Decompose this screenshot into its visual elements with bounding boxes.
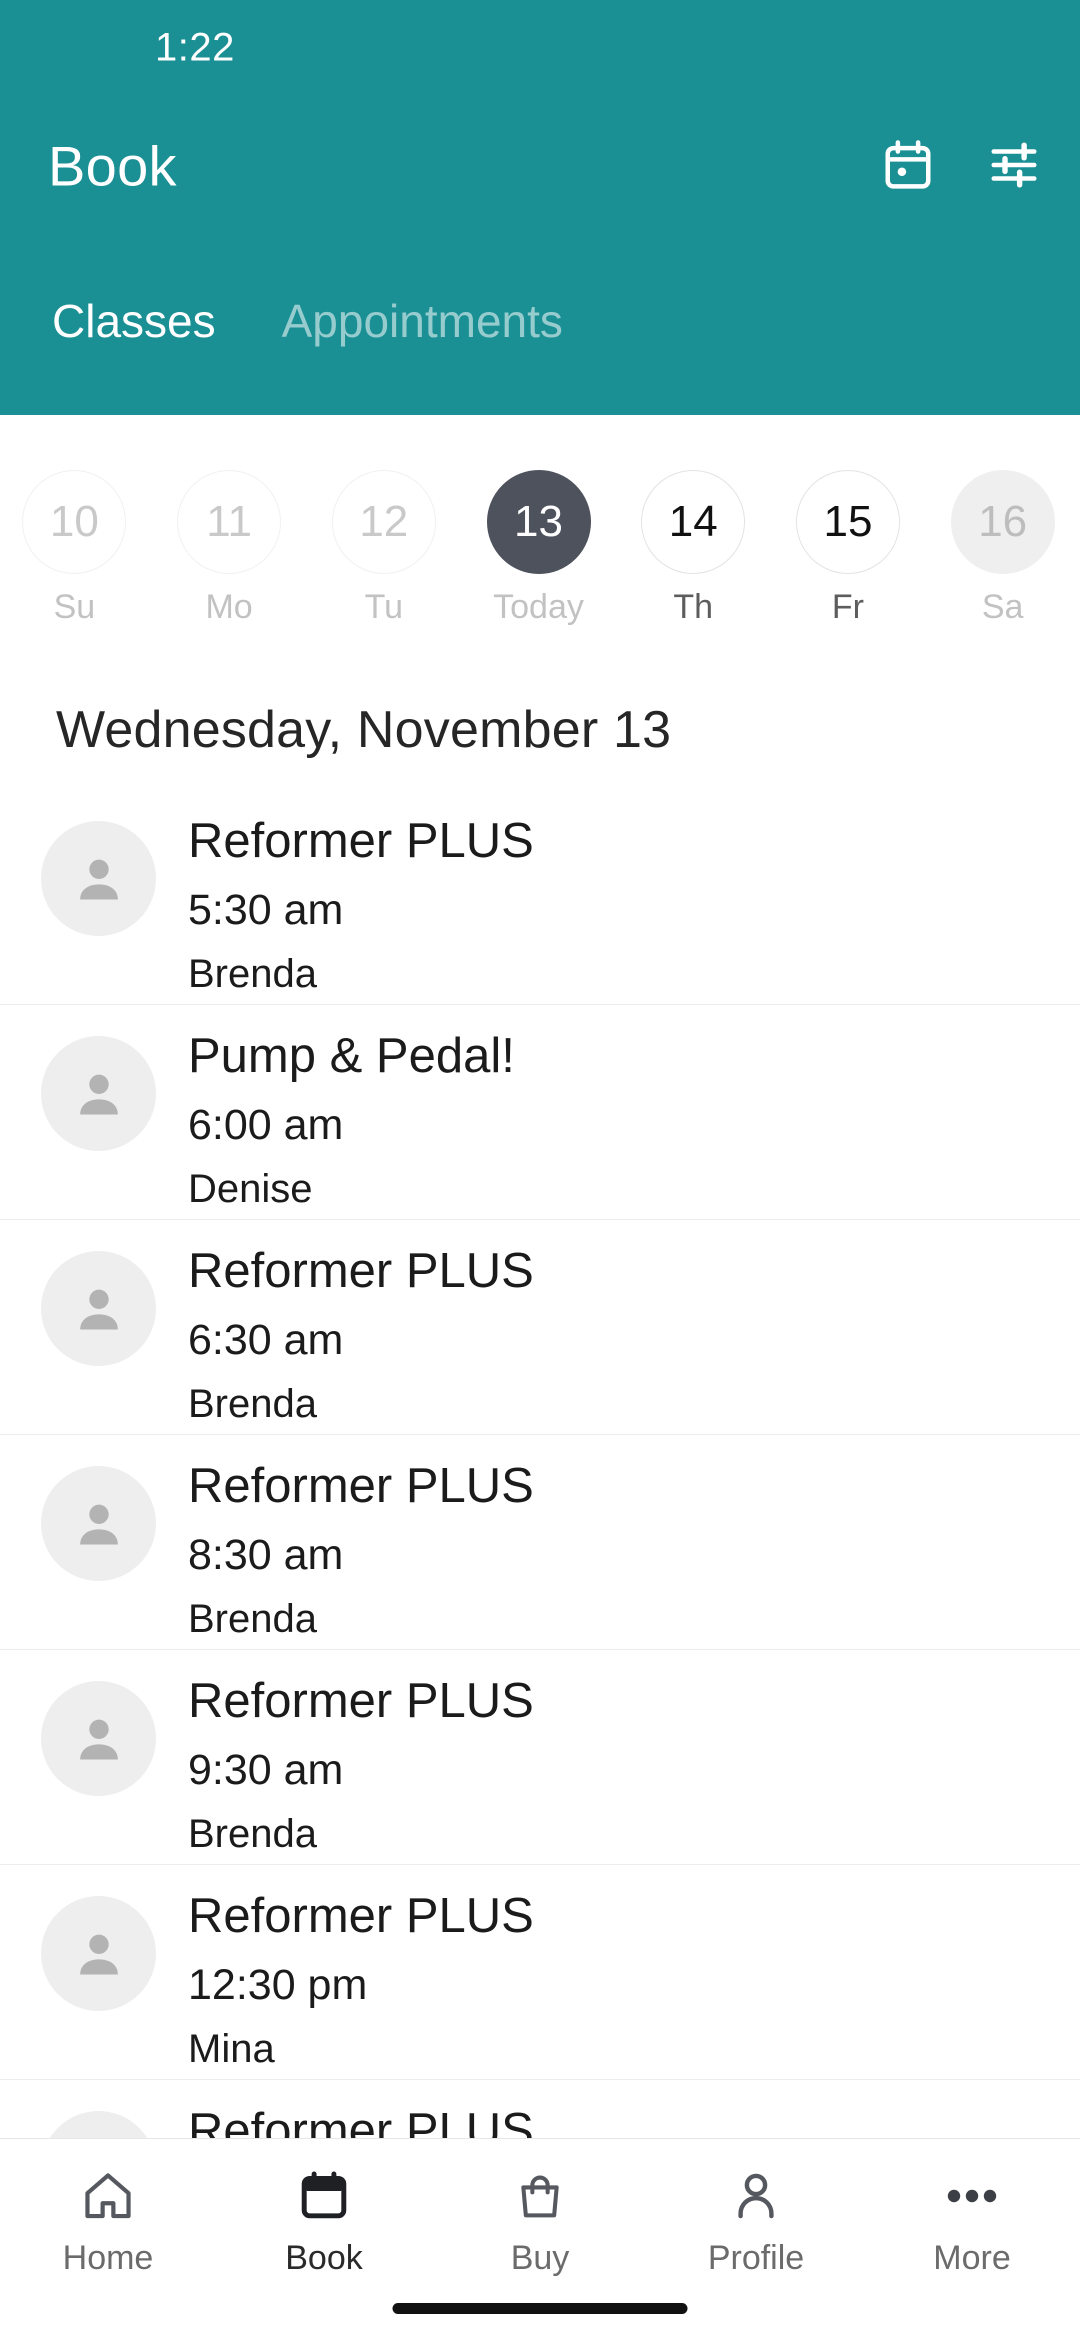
class-instructor: Brenda [188,1597,317,1642]
class-row-text: Reformer PLUS 5:30 am Brenda [188,812,534,998]
class-row[interactable]: Pump & Pedal! 6:00 am Denise [0,1005,1080,1220]
avatar [41,1036,156,1151]
nav-item-more[interactable]: More [864,2139,1080,2278]
date-weekday: Th [673,588,714,626]
class-instructor: Denise [188,1167,313,1212]
date-number: 13 [486,470,591,574]
nav-label: Home [62,2239,154,2277]
class-row-text: Reformer PLUS 6:30 am Brenda [188,1242,534,1428]
gesture-bar[interactable] [392,2303,688,2314]
ellipsis-icon [944,2165,1000,2227]
date-cell-15[interactable]: 15 Fr [771,415,926,627]
calendar-icon [881,137,935,196]
date-number: 16 [950,470,1055,574]
class-row-text: Pump & Pedal! 6:00 am Denise [188,1027,515,1213]
class-row-text: Reformer PLUS 8:30 am Brenda [188,1457,534,1643]
status-bar: 1:22 [0,0,1080,98]
tab-appointments[interactable]: Appointments [260,290,585,358]
class-time: 5:30 am [188,885,344,934]
app-root: 1:22 Book Classes Appointments 10 Su 11 … [0,0,1080,2340]
date-cell-12[interactable]: 12 Tu [306,415,461,627]
nav-item-home[interactable]: Home [0,2139,216,2278]
date-cell-16[interactable]: 16 Sa [925,415,1080,627]
class-list[interactable]: Reformer PLUS 5:30 am Brenda Pump & Peda… [0,790,1080,2138]
app-bar-actions [876,134,1046,198]
avatar [41,1896,156,2011]
class-title: Pump & Pedal! [188,1029,515,1083]
date-number: 11 [177,470,282,574]
date-cell-14[interactable]: 14 Th [616,415,771,627]
date-weekday: Fr [831,588,864,626]
avatar [41,2111,156,2138]
person-icon [728,2165,784,2227]
class-row-partial[interactable]: Reformer PLUS [0,2080,1080,2138]
class-row[interactable]: Reformer PLUS 12:30 pm Mina [0,1865,1080,2080]
class-title: Reformer PLUS [188,1889,534,1943]
calendar-icon [297,2165,351,2227]
date-weekday: Sa [981,588,1024,626]
date-strip[interactable]: 10 Su 11 Mo 12 Tu 13 Today 14 Th 15 Fr 1… [0,415,1080,655]
nav-label: Buy [510,2239,570,2277]
class-row-text: Reformer PLUS 12:30 pm Mina [188,1887,534,2073]
day-heading: Wednesday, November 13 [56,701,672,759]
avatar [41,1466,156,1581]
date-number: 12 [331,470,436,574]
class-title: Reformer PLUS [188,1674,534,1728]
date-weekday: Today [493,588,584,626]
class-row[interactable]: Reformer PLUS 9:30 am Brenda [0,1650,1080,1865]
date-weekday: Su [53,588,96,626]
class-title: Reformer PLUS [188,2104,534,2138]
filter-icon [986,138,1042,195]
class-time: 8:30 am [188,1530,344,1579]
page-title: Book [48,134,177,198]
avatar [41,821,156,936]
class-row[interactable]: Reformer PLUS 6:30 am Brenda [0,1220,1080,1435]
app-bar: Book [0,98,1080,233]
home-icon [80,2165,136,2227]
class-time: 12:30 pm [188,1960,368,2009]
nav-item-profile[interactable]: Profile [648,2139,864,2278]
filter-icon-button[interactable] [982,134,1046,198]
nav-label: More [933,2239,1011,2277]
status-bar-time: 1:22 [155,25,235,70]
bag-icon [513,2165,567,2227]
calendar-icon-button[interactable] [876,134,940,198]
date-cell-10[interactable]: 10 Su [0,415,152,627]
class-row-text: Reformer PLUS [188,2102,534,2138]
date-weekday: Tu [364,588,403,626]
nav-label: Book [285,2239,363,2277]
date-cell-13-selected[interactable]: 13 Today [461,415,616,627]
class-instructor: Brenda [188,1812,317,1857]
tab-classes[interactable]: Classes [30,290,238,358]
class-title: Reformer PLUS [188,814,534,868]
nav-label: Profile [707,2239,805,2277]
header-tabs: Classes Appointments [0,290,1080,415]
avatar [41,1681,156,1796]
class-time: 6:00 am [188,1100,344,1149]
date-weekday: Mo [205,588,253,626]
app-header: 1:22 Book Classes Appointments [0,0,1080,415]
class-title: Reformer PLUS [188,1459,534,1513]
date-number: 15 [795,470,900,574]
class-time: 9:30 am [188,1745,344,1794]
class-instructor: Brenda [188,1382,317,1427]
avatar [41,1251,156,1366]
date-cell-11[interactable]: 11 Mo [152,415,307,627]
class-row[interactable]: Reformer PLUS 5:30 am Brenda [0,790,1080,1005]
date-number: 14 [641,470,746,574]
class-instructor: Brenda [188,952,317,997]
class-instructor: Mina [188,2027,275,2072]
date-number: 10 [22,470,127,574]
nav-item-buy[interactable]: Buy [432,2139,648,2278]
nav-item-book[interactable]: Book [216,2139,432,2278]
class-time: 6:30 am [188,1315,344,1364]
bottom-navigation: Home Book Buy Profile More [0,2138,1080,2340]
class-title: Reformer PLUS [188,1244,534,1298]
class-row-text: Reformer PLUS 9:30 am Brenda [188,1672,534,1858]
class-row[interactable]: Reformer PLUS 8:30 am Brenda [0,1435,1080,1650]
